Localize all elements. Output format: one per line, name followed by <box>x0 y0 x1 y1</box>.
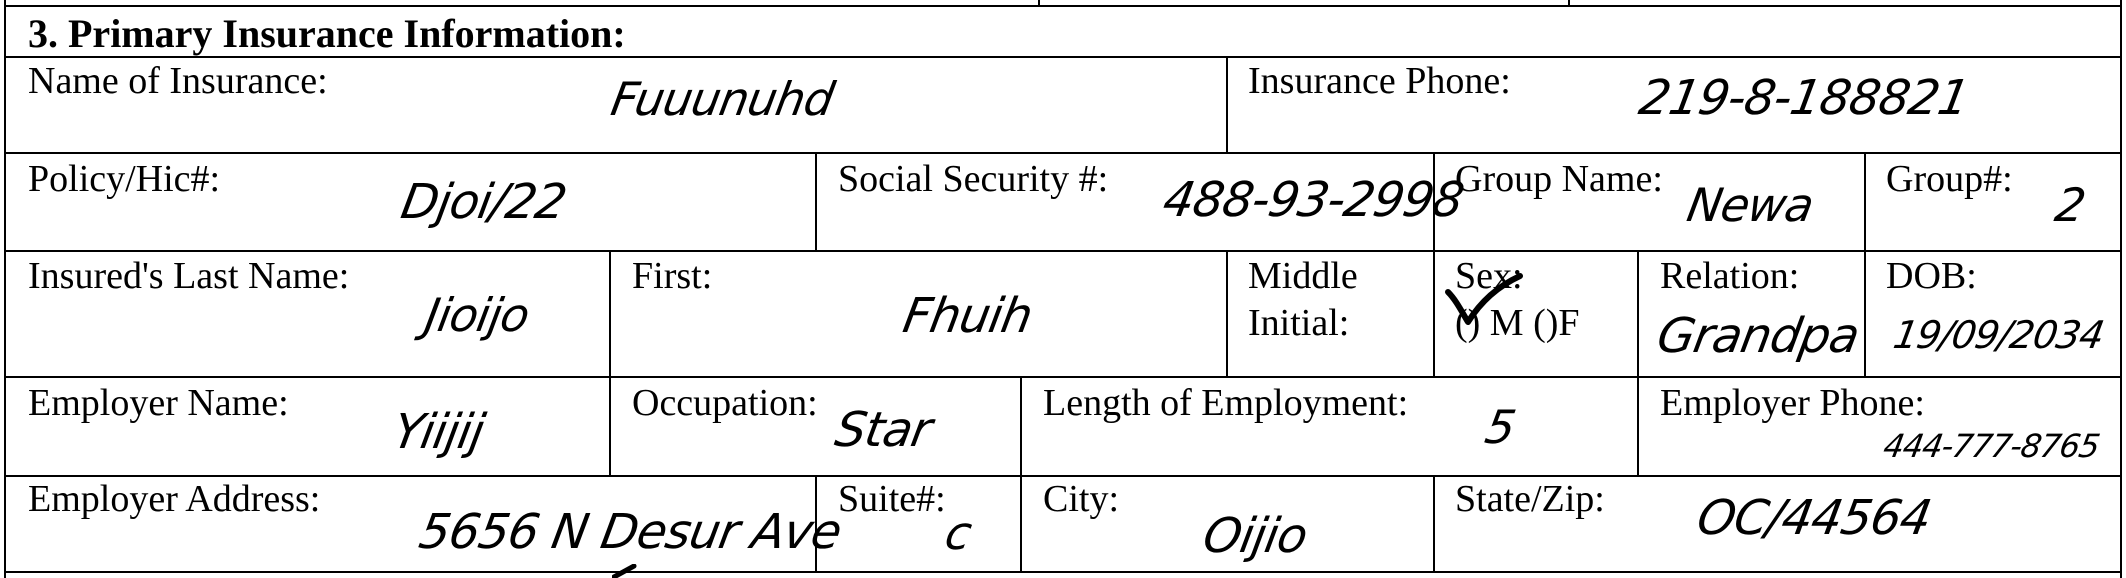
label-city: City: <box>1043 478 1120 520</box>
label-group-number: Group#: <box>1886 158 2013 200</box>
value-length-of-employment[interactable]: 5 <box>1481 400 1519 454</box>
value-name-of-insurance[interactable]: Fuuunuhd <box>607 72 837 126</box>
value-state-zip[interactable]: OC/44564 <box>1693 490 1935 546</box>
label-employer-address: Employer Address: <box>28 478 321 520</box>
label-insured-last-name: Insured's Last Name: <box>28 255 350 297</box>
label-name-of-insurance: Name of Insurance: <box>28 60 328 102</box>
row-line-5 <box>4 475 2122 477</box>
value-first[interactable]: Fhuih <box>899 288 1036 344</box>
label-middle-initial-line2: Initial: <box>1248 302 1350 344</box>
value-policy-hic[interactable]: Djoi/22 <box>397 174 570 230</box>
r2-divider-1 <box>815 152 817 250</box>
label-length-of-employment: Length of Employment: <box>1043 382 1409 424</box>
value-insured-last-name[interactable]: Jioijo <box>421 288 533 342</box>
label-relation: Relation: <box>1660 255 1800 297</box>
r3-divider-5 <box>1864 250 1866 376</box>
r3-divider-4 <box>1637 250 1639 376</box>
label-middle-initial-line1: Middle <box>1248 255 1358 297</box>
value-city[interactable]: Oijio <box>1199 508 1311 564</box>
label-occupation: Occupation: <box>632 382 818 424</box>
value-dob[interactable]: 19/09/2034 <box>1890 313 2107 357</box>
r4-divider-2 <box>1020 376 1022 475</box>
border-right <box>2120 0 2122 578</box>
label-first: First: <box>632 255 713 297</box>
row-line-2 <box>4 152 2122 154</box>
row-line-6 <box>4 571 2122 573</box>
r4-divider-1 <box>609 376 611 475</box>
r5-divider-2 <box>1020 475 1022 571</box>
r3-divider-3 <box>1433 250 1435 376</box>
r2-divider-3 <box>1864 152 1866 250</box>
row-line-top <box>4 5 2122 7</box>
label-group-name: Group Name: <box>1455 158 1663 200</box>
row-line-3 <box>4 250 2122 252</box>
r1-divider <box>1226 56 1228 152</box>
value-employer-address[interactable]: 5656 N Desur Ave <box>415 504 845 560</box>
pen-stroke-mark <box>612 564 637 578</box>
r5-divider-3 <box>1433 475 1435 571</box>
checkmark-icon <box>1445 273 1523 325</box>
row-line-4 <box>4 376 2122 378</box>
label-employer-name: Employer Name: <box>28 382 289 424</box>
section-title: 3. Primary Insurance Information: <box>28 11 626 56</box>
label-employer-phone: Employer Phone: <box>1660 382 1925 424</box>
value-suite[interactable]: c <box>941 506 975 560</box>
label-suite: Suite#: <box>838 478 946 520</box>
value-insurance-phone[interactable]: 219-8-188821 <box>1635 70 1973 126</box>
value-social-security[interactable]: 488-93-2998 <box>1159 172 1467 228</box>
value-employer-phone[interactable]: 444-777-8765 <box>1881 427 2102 465</box>
value-employer-name[interactable]: Yiijij <box>389 404 488 460</box>
value-group-number[interactable]: 2 <box>2051 178 2089 232</box>
r4-divider-3 <box>1637 376 1639 475</box>
label-social-security: Social Security #: <box>838 158 1109 200</box>
r3-divider-2 <box>1226 250 1228 376</box>
value-group-name[interactable]: Newa <box>1683 178 1817 232</box>
value-relation[interactable]: Grandpa <box>1653 308 1863 364</box>
label-policy-hic: Policy/Hic#: <box>28 158 221 200</box>
border-left <box>4 0 6 578</box>
value-occupation[interactable]: Star <box>831 402 935 458</box>
r3-divider-1 <box>609 250 611 376</box>
label-dob: DOB: <box>1886 255 1977 297</box>
label-insurance-phone: Insurance Phone: <box>1248 60 1511 102</box>
label-state-zip: State/Zip: <box>1455 478 1605 520</box>
